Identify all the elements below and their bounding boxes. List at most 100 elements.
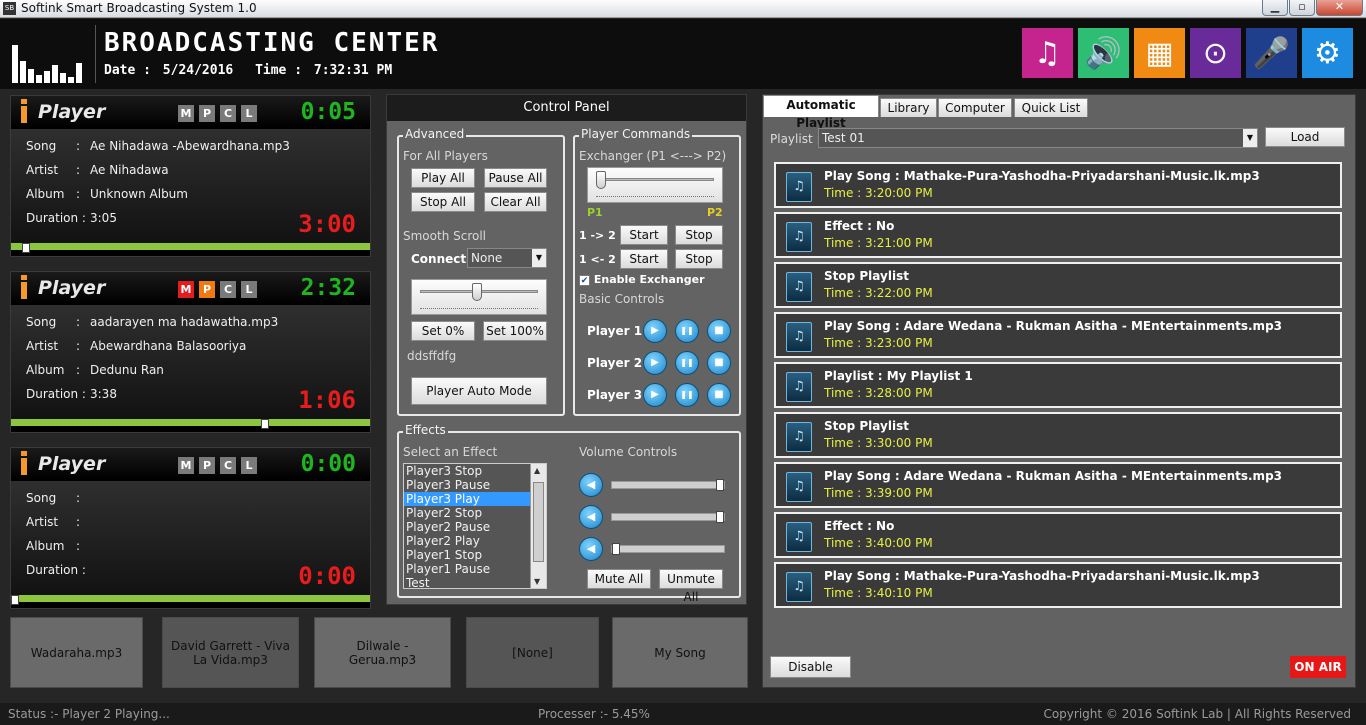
volume-thumb[interactable] — [612, 543, 620, 555]
playlist-item[interactable]: ♫ Play Song : Mathake-Pura-Yashodha-Priya… — [774, 562, 1342, 608]
flag-c-button[interactable]: C — [220, 457, 236, 474]
flag-m-button[interactable]: M — [178, 457, 194, 474]
seek-thumb[interactable] — [261, 419, 269, 429]
playlist-select[interactable]: Test 01 ▼ — [818, 128, 1258, 148]
flag-p-button[interactable]: P — [199, 105, 215, 122]
quick-button-4[interactable]: [None] — [466, 617, 599, 688]
play-all-button[interactable]: Play All — [411, 168, 475, 188]
slider-thumb[interactable] — [596, 171, 606, 189]
close-button[interactable]: ✕ — [1316, 0, 1363, 16]
mute-all-button[interactable]: Mute All — [587, 569, 651, 589]
set-0-button[interactable]: Set 0% — [411, 321, 475, 341]
playlist-item[interactable]: ♫ Effect : No Time : 3:40:00 PM — [774, 512, 1342, 558]
exchange-2-to-1-stop-button[interactable]: Stop — [675, 249, 723, 269]
seek-bar[interactable] — [11, 595, 370, 602]
exchange-1-to-2-stop-button[interactable]: Stop — [675, 225, 723, 245]
listbox-scrollbar[interactable]: ▲ ▼ — [530, 464, 546, 588]
effect-list-item[interactable]: Player2 Play — [404, 534, 530, 548]
scrollbar-thumb[interactable] — [533, 482, 544, 562]
load-button[interactable]: Load — [1265, 127, 1345, 147]
effect-list-item[interactable]: Player3 Pause — [404, 478, 530, 492]
disable-button[interactable]: Disable — [770, 656, 851, 678]
flag-c-button[interactable]: C — [220, 105, 236, 122]
connect-select[interactable]: None ▼ — [467, 248, 547, 268]
pause-all-button[interactable]: Pause All — [484, 168, 547, 188]
effect-list-item[interactable]: Player3 Play — [404, 492, 530, 506]
blocks-tile[interactable]: ▦ — [1134, 28, 1185, 78]
quick-button-2[interactable]: David Garrett - Viva La Vida.mp3 — [162, 617, 299, 688]
flag-l-button[interactable]: L — [241, 281, 257, 298]
effect-list-item[interactable]: Player2 Stop — [404, 506, 530, 520]
playlist-item[interactable]: ♫ Play Song : Mathake-Pura-Yashodha-Priya… — [774, 162, 1342, 208]
scroll-up-icon[interactable]: ▲ — [534, 466, 540, 475]
playlist-item[interactable]: ♫ Play Song : Adare Wedana - Rukman Asith… — [774, 312, 1342, 358]
quick-button-5[interactable]: My Song — [612, 617, 748, 688]
player-1-pause-button[interactable]: ❚❚ — [675, 319, 699, 343]
volume-3-slider[interactable] — [611, 543, 725, 555]
flag-m-button[interactable]: M — [178, 105, 194, 122]
effect-list-item[interactable]: Player2 Pause — [404, 520, 530, 534]
set-100-button[interactable]: Set 100% — [483, 321, 547, 341]
tab-automatic-playlist[interactable]: Automatic Playlist — [763, 95, 879, 130]
playlist-item[interactable]: ♫ Playlist : My Playlist 1 Time : 3:28:00 … — [774, 362, 1342, 408]
clear-all-button[interactable]: Clear All — [484, 192, 547, 212]
volume-2-slider[interactable] — [611, 511, 725, 523]
settings-gear-tile[interactable]: ⚙ — [1302, 28, 1353, 78]
effect-list-item[interactable]: Test — [404, 576, 530, 588]
microphone-tile[interactable]: 🎤 — [1246, 28, 1297, 78]
effects-listbox[interactable]: Player3 Stop Player3 Pause Player3 Play Pla… — [403, 463, 547, 589]
seek-thumb[interactable] — [22, 243, 30, 253]
player-1-stop-button[interactable]: ■ — [707, 319, 731, 343]
playlist-item[interactable]: ♫ Stop Playlist Time : 3:22:00 PM — [774, 262, 1342, 308]
speaker-tile[interactable]: 🔊 — [1078, 28, 1129, 78]
volume-1-slider[interactable] — [611, 479, 725, 491]
player-3-play-button[interactable]: ▶ — [643, 383, 667, 407]
play-circle-tile[interactable]: ⊙ — [1190, 28, 1241, 78]
maximize-button[interactable]: ▫ — [1289, 0, 1315, 16]
exchanger-slider[interactable] — [587, 167, 723, 203]
player-3-pause-button[interactable]: ❚❚ — [675, 383, 699, 407]
seek-thumb[interactable] — [11, 595, 19, 605]
playlist-item[interactable]: ♫ Play Song : Adare Wedana - Rukman Asith… — [774, 462, 1342, 508]
player-2-play-button[interactable]: ▶ — [643, 351, 667, 375]
volume-3-mute-button[interactable]: ◀ — [579, 537, 603, 561]
stop-all-button[interactable]: Stop All — [411, 192, 475, 212]
exchange-1-to-2-start-button[interactable]: Start — [620, 225, 668, 245]
tab-computer[interactable]: Computer — [938, 98, 1012, 117]
quick-button-3[interactable]: Dilwale - Gerua.mp3 — [314, 617, 451, 688]
flag-c-button[interactable]: C — [220, 281, 236, 298]
player-3-stop-button[interactable]: ■ — [707, 383, 731, 407]
scroll-down-icon[interactable]: ▼ — [534, 577, 540, 586]
flag-p-button[interactable]: P — [199, 281, 215, 298]
slider-thumb[interactable] — [472, 283, 482, 301]
volume-1-mute-button[interactable]: ◀ — [579, 473, 603, 497]
effect-list-item[interactable]: Player3 Stop — [404, 464, 530, 478]
flag-l-button[interactable]: L — [241, 457, 257, 474]
seek-bar[interactable] — [11, 243, 370, 250]
playlist-item[interactable]: ♫ Stop Playlist Time : 3:30:00 PM — [774, 412, 1342, 458]
quick-button-1[interactable]: Wadaraha.mp3 — [10, 617, 143, 688]
flag-m-button[interactable]: M — [178, 281, 194, 298]
tab-library[interactable]: Library — [880, 98, 937, 117]
flag-l-button[interactable]: L — [241, 105, 257, 122]
flag-p-button[interactable]: P — [199, 457, 215, 474]
exchange-2-to-1-start-button[interactable]: Start — [620, 249, 668, 269]
minimize-button[interactable]: ▁ — [1262, 0, 1288, 16]
volume-thumb[interactable] — [716, 479, 724, 491]
colon-separator: : — [76, 163, 81, 177]
effect-list-item[interactable]: Player1 Stop — [404, 548, 530, 562]
player-2-stop-button[interactable]: ■ — [707, 351, 731, 375]
playlist-item[interactable]: ♫ Effect : No Time : 3:21:00 PM — [774, 212, 1342, 258]
volume-2-mute-button[interactable]: ◀ — [579, 505, 603, 529]
effect-list-item[interactable]: Player1 Pause — [404, 562, 530, 576]
smooth-scroll-slider[interactable] — [411, 279, 547, 315]
music-note-tile[interactable]: ♫ — [1022, 28, 1073, 78]
enable-exchanger-checkbox[interactable]: ✔ Enable Exchanger — [579, 273, 705, 286]
tab-quick-list[interactable]: Quick List — [1014, 98, 1088, 117]
seek-bar[interactable] — [11, 419, 370, 426]
player-1-play-button[interactable]: ▶ — [643, 319, 667, 343]
unmute-all-button[interactable]: Unmute All — [659, 569, 723, 604]
volume-thumb[interactable] — [716, 511, 724, 523]
player-auto-mode-button[interactable]: Player Auto Mode — [411, 377, 547, 405]
player-2-pause-button[interactable]: ❚❚ — [675, 351, 699, 375]
